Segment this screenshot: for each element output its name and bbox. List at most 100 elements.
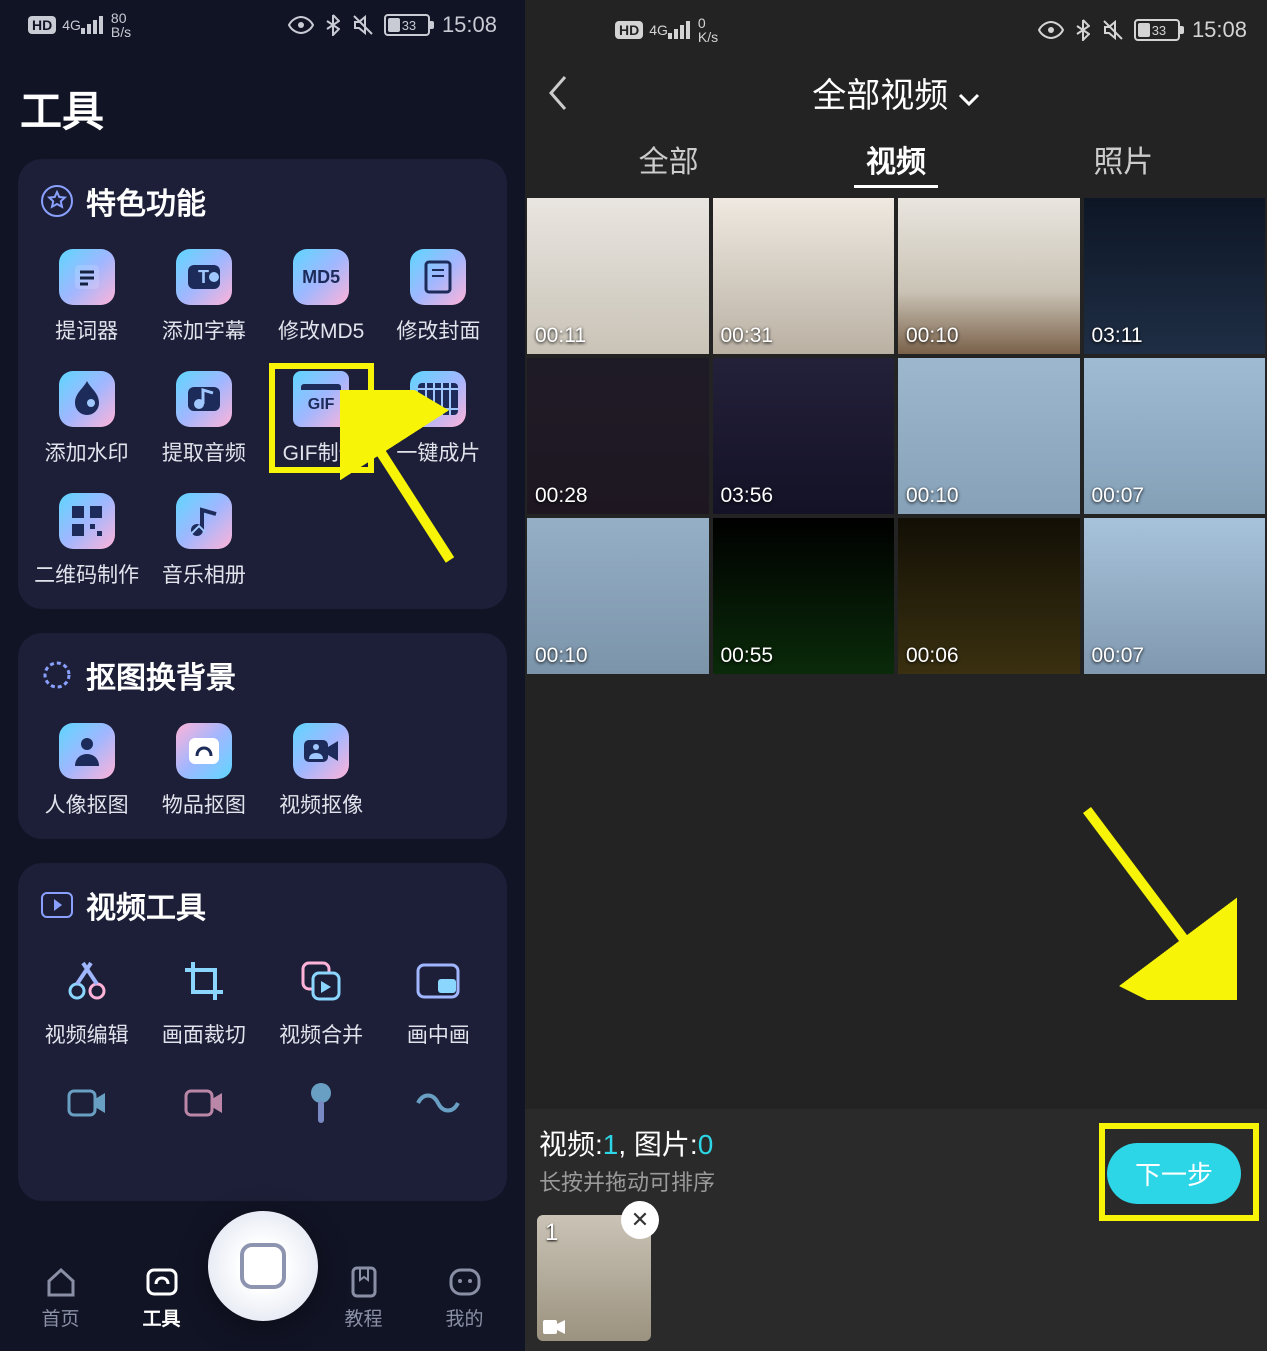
video-thumb[interactable]: 00:55 <box>713 518 895 674</box>
nav-label: 工具 <box>142 1304 180 1331</box>
video-thumb[interactable]: 00:11 <box>527 198 709 354</box>
network-icon: 4G <box>62 18 81 32</box>
video-thumb[interactable]: 00:10 <box>898 358 1080 514</box>
tool-row2-b[interactable] <box>145 1059 262 1141</box>
video-thumb[interactable]: 00:07 <box>1084 518 1266 674</box>
video-thumb[interactable]: 03:56 <box>713 358 895 514</box>
nav-label: 我的 <box>445 1304 483 1331</box>
nav-tools[interactable]: 工具 <box>122 1264 202 1331</box>
tool-label: 修改封面 <box>396 315 480 345</box>
duration: 00:10 <box>906 484 959 508</box>
svg-text:T: T <box>198 267 209 287</box>
tool-row2-d[interactable] <box>380 1059 497 1141</box>
picker-title[interactable]: 全部视频 <box>569 68 1223 117</box>
duration: 00:31 <box>721 324 774 348</box>
section-cutout: 抠图换背景 人像抠图 物品抠图 视频抠像 <box>18 633 507 839</box>
tool-label: 二维码制作 <box>34 559 139 589</box>
tool-label: 修改MD5 <box>278 315 364 345</box>
tool-label: 一键成片 <box>396 437 480 467</box>
remove-button[interactable]: ✕ <box>621 1201 659 1239</box>
book-icon <box>346 1264 382 1300</box>
clock: 15:08 <box>442 12 497 38</box>
duration: 00:10 <box>535 644 588 668</box>
duration: 00:07 <box>1092 484 1145 508</box>
cutout-icon <box>40 658 74 692</box>
bluetooth-icon <box>1076 19 1090 41</box>
video-thumb[interactable]: 00:10 <box>527 518 709 674</box>
selection-footer: 视频:1, 图片:0 长按并拖动可排序 下一步 1 ✕ <box>525 1109 1267 1351</box>
tool-label: 视频合并 <box>279 1019 363 1049</box>
tool-merge[interactable]: 视频合并 <box>263 937 380 1059</box>
tool-row2-a[interactable] <box>28 1059 145 1141</box>
tab-all[interactable]: 全部 <box>627 133 711 188</box>
tool-label: 提取音频 <box>162 437 246 467</box>
tool-watermark[interactable]: 添加水印 <box>28 355 145 477</box>
back-button[interactable] <box>545 73 569 113</box>
video-thumb[interactable]: 00:28 <box>527 358 709 514</box>
tool-qrcode[interactable]: 二维码制作 <box>28 477 145 599</box>
tool-md5[interactable]: MD5修改MD5 <box>263 233 380 355</box>
fab-create[interactable] <box>208 1211 318 1321</box>
tool-label: 画面裁切 <box>162 1019 246 1049</box>
tool-gif[interactable]: GIF GIF制作 <box>263 355 380 477</box>
duration: 00:07 <box>1092 644 1145 668</box>
nav-home[interactable]: 首页 <box>21 1264 101 1331</box>
video-icon <box>40 891 74 919</box>
data-rate: 80B/s <box>111 11 131 39</box>
tool-label: 人像抠图 <box>45 789 129 819</box>
tool-label: 画中画 <box>407 1019 470 1049</box>
video-thumb[interactable]: 00:10 <box>898 198 1080 354</box>
video-icon <box>543 1319 565 1335</box>
video-thumb[interactable]: 03:11 <box>1084 198 1266 354</box>
video-thumb[interactable]: 00:07 <box>1084 358 1266 514</box>
duration: 00:06 <box>906 644 959 668</box>
tool-add-subtitle[interactable]: T 添加字幕 <box>145 233 262 355</box>
tool-label: 音乐相册 <box>162 559 246 589</box>
section-title: 视频工具 <box>86 883 206 927</box>
section-title: 特色功能 <box>86 179 206 223</box>
tool-extract-audio[interactable]: 提取音频 <box>145 355 262 477</box>
home-icon <box>43 1264 79 1300</box>
tool-label: 添加水印 <box>45 437 129 467</box>
star-icon <box>40 184 74 218</box>
battery-icon: 33 <box>384 14 430 36</box>
tab-video[interactable]: 视频 <box>854 133 938 188</box>
section-video-tools: 视频工具 视频编辑 画面裁切 视频合并 画中画 <box>18 863 507 1201</box>
tool-row2-c[interactable] <box>263 1059 380 1141</box>
tool-portrait-cutout[interactable]: 人像抠图 <box>28 707 145 829</box>
tool-auto-clip[interactable]: 一键成片 <box>380 355 497 477</box>
nav-me[interactable]: 我的 <box>425 1264 505 1331</box>
video-thumb[interactable]: 00:06 <box>898 518 1080 674</box>
tool-label: 添加字幕 <box>162 315 246 345</box>
video-grid: 00:11 00:31 00:10 03:11 00:28 03:56 00:1… <box>525 198 1267 674</box>
arrow-annotation <box>1057 800 1237 1000</box>
tool-teleprompter[interactable]: 提词器 <box>28 233 145 355</box>
bluetooth-icon <box>326 14 340 36</box>
next-button[interactable]: 下一步 <box>1107 1143 1241 1204</box>
eye-icon <box>1038 21 1064 39</box>
tool-cover[interactable]: 修改封面 <box>380 233 497 355</box>
data-rate: 0K/s <box>698 16 718 44</box>
tool-pip[interactable]: 画中画 <box>380 937 497 1059</box>
duration: 00:55 <box>721 644 774 668</box>
tool-crop[interactable]: 画面裁切 <box>145 937 262 1059</box>
tool-label: 视频编辑 <box>45 1019 129 1049</box>
tool-music-album[interactable]: 音乐相册 <box>145 477 262 599</box>
tool-video-edit[interactable]: 视频编辑 <box>28 937 145 1059</box>
nav-label: 教程 <box>344 1304 382 1331</box>
tool-label: 物品抠图 <box>162 789 246 819</box>
selected-thumb[interactable]: 1 ✕ <box>537 1215 651 1341</box>
mute-icon <box>1102 19 1124 41</box>
hd-icon: HD <box>28 16 56 34</box>
tool-object-cutout[interactable]: 物品抠图 <box>145 707 262 829</box>
tab-photo[interactable]: 照片 <box>1081 133 1165 188</box>
status-bar-left: HD 4G 80B/s 33 15:08 <box>0 0 525 50</box>
duration: 03:56 <box>721 484 774 508</box>
video-thumb[interactable]: 00:31 <box>713 198 895 354</box>
signal-icon <box>81 16 103 34</box>
media-tabs: 全部 视频 照片 <box>525 125 1267 198</box>
nav-tutorial[interactable]: 教程 <box>324 1264 404 1331</box>
tool-label: 提词器 <box>55 315 118 345</box>
tool-video-cutout[interactable]: 视频抠像 <box>263 707 380 829</box>
network-icon: 4G <box>649 23 668 37</box>
